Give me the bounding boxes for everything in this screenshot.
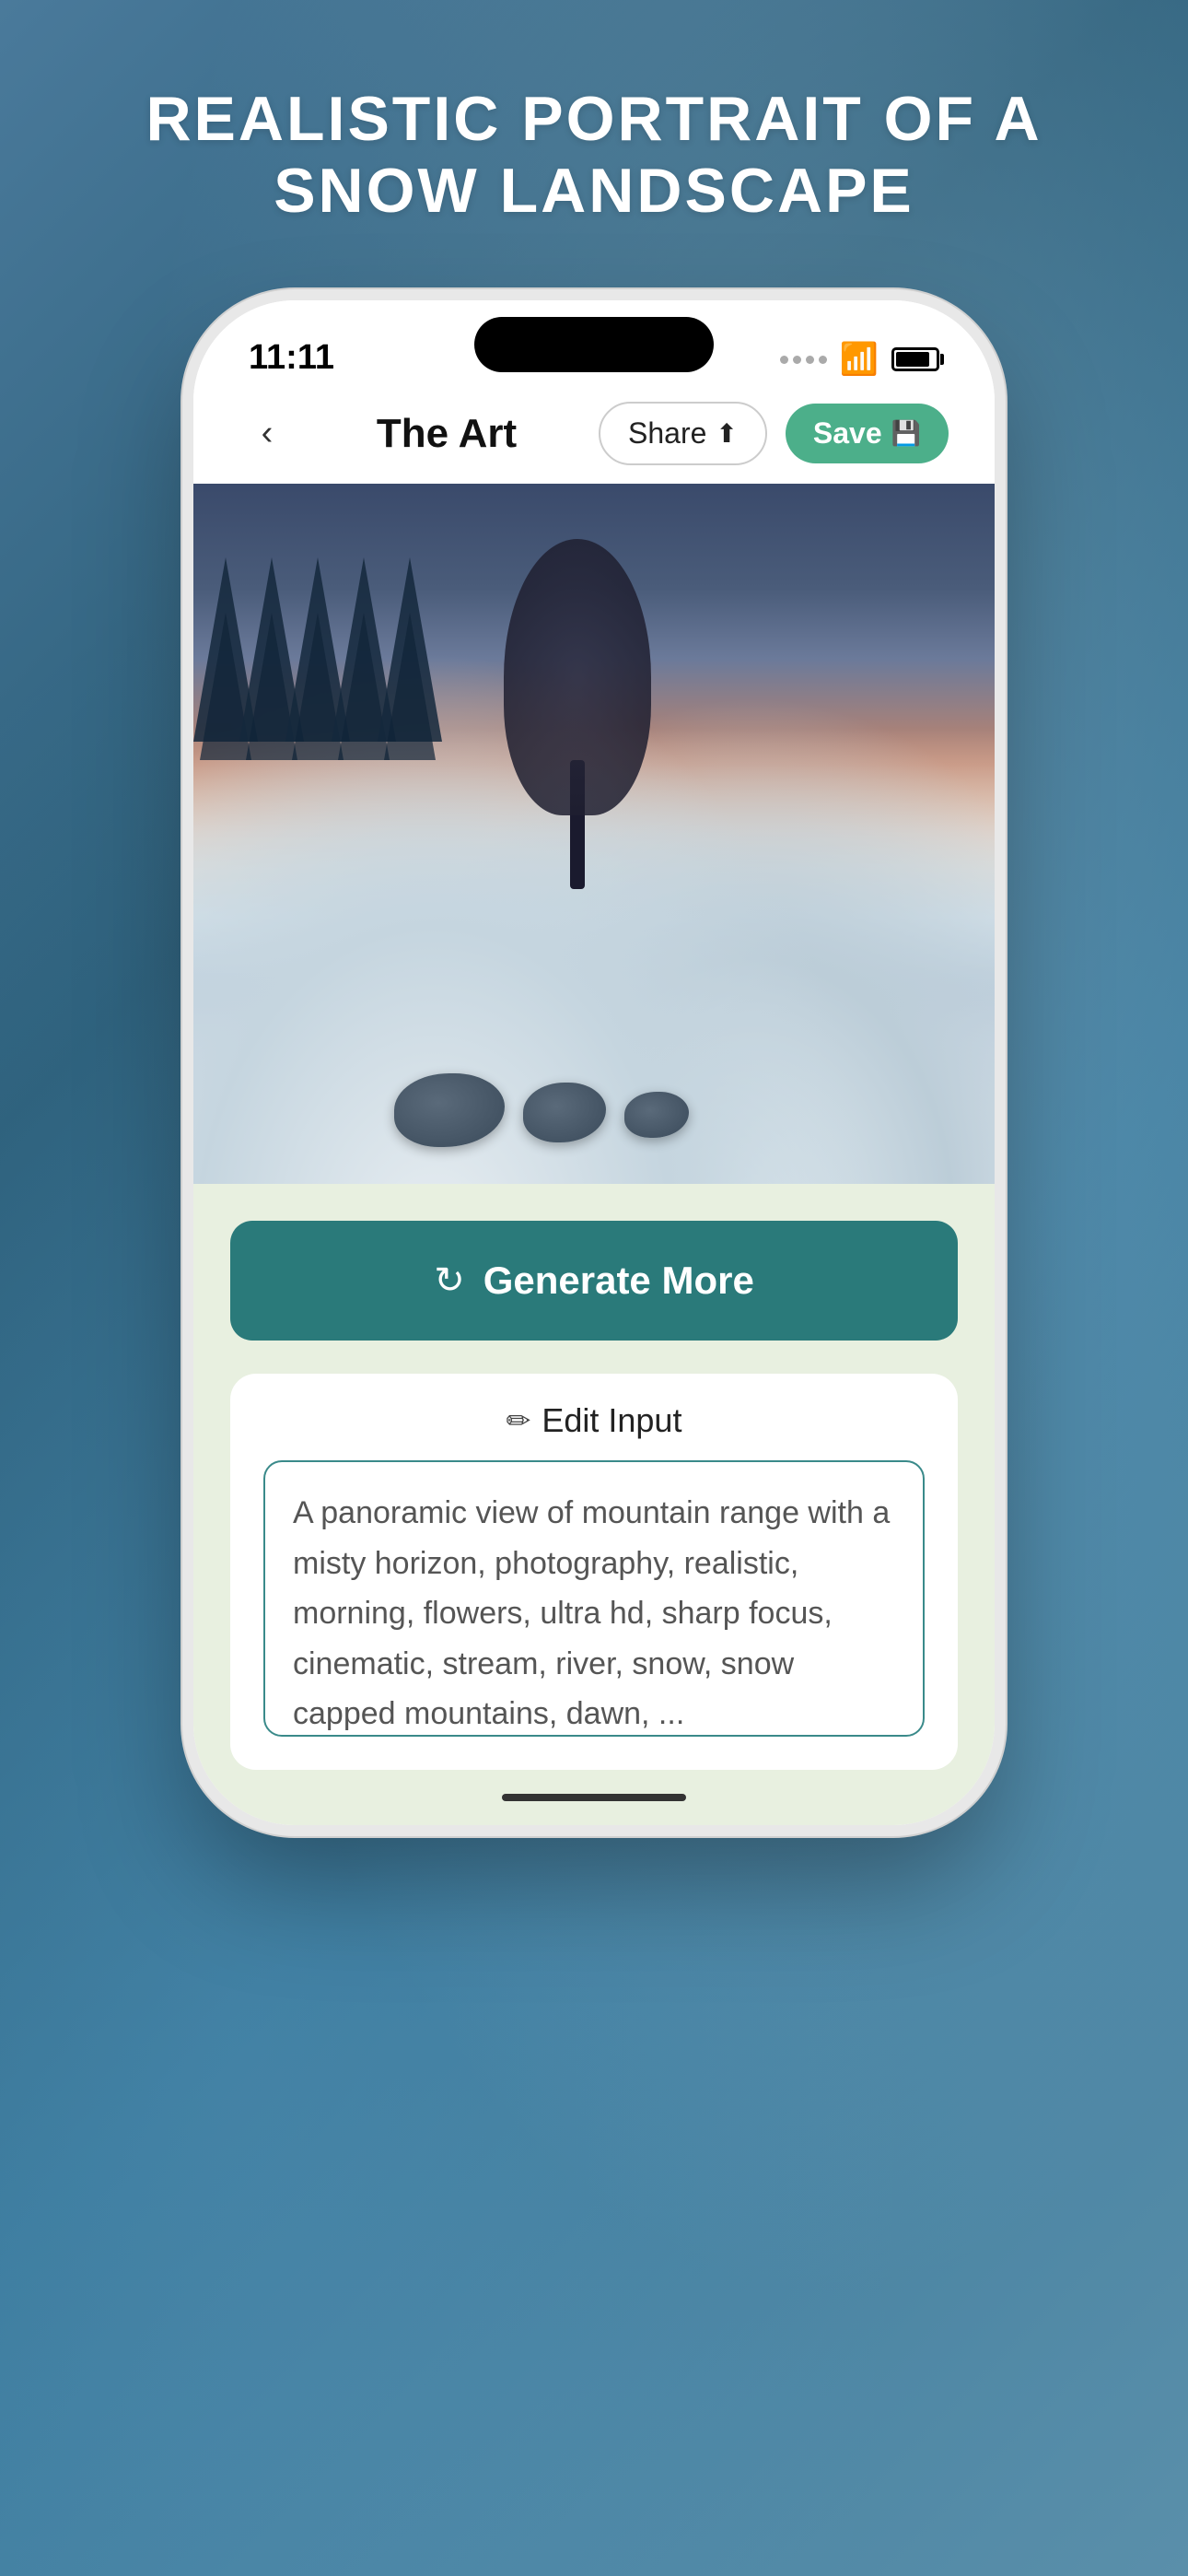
dynamic-island [474, 317, 714, 372]
wifi-icon: 📶 [840, 341, 879, 378]
generate-icon: ↻ [434, 1259, 465, 1302]
nav-bar: ‹ The Art Share ⬆ Save 💾 [193, 392, 995, 484]
back-chevron-icon: ‹ [262, 414, 274, 453]
signal-icon [780, 356, 827, 364]
phone-mockup: 11:11 📶 ‹ The Art Share ⬆ [193, 300, 995, 1825]
phone-frame: 11:11 📶 ‹ The Art Share ⬆ [193, 300, 995, 1825]
status-bar: 11:11 📶 [193, 300, 995, 392]
status-icons: 📶 [780, 341, 939, 378]
nav-title: The Art [377, 411, 517, 457]
share-button[interactable]: Share ⬆ [599, 402, 767, 465]
generated-artwork [193, 484, 995, 1184]
rock-3 [624, 1092, 689, 1138]
edit-input-title: Edit Input [542, 1401, 681, 1440]
battery-icon [891, 347, 939, 371]
rock-2 [523, 1083, 606, 1142]
share-label: Share [628, 416, 706, 451]
page-title: REALISTIC PORTRAIT OF A SNOW LANDSCAPE [0, 83, 1188, 227]
generate-more-button[interactable]: ↻ Generate More [230, 1221, 958, 1341]
home-indicator [193, 1770, 995, 1825]
home-bar [502, 1794, 686, 1801]
pine-trees [193, 557, 424, 742]
edit-input-section: ✏ Edit Input A panoramic view of mountai… [230, 1374, 958, 1770]
prompt-textarea[interactable]: A panoramic view of mountain range with … [263, 1460, 925, 1737]
nav-actions: Share ⬆ Save 💾 [599, 402, 949, 465]
pencil-icon: ✏ [507, 1403, 531, 1438]
edit-header: ✏ Edit Input [263, 1401, 925, 1440]
artwork-image [193, 484, 995, 1184]
rock-1 [394, 1073, 505, 1147]
share-icon: ⬆ [716, 418, 737, 449]
back-button[interactable]: ‹ [239, 406, 295, 462]
snow-rocks [394, 1073, 689, 1147]
save-label: Save [813, 416, 882, 451]
save-icon: 💾 [891, 419, 921, 448]
status-time: 11:11 [249, 338, 334, 378]
generate-label: Generate More [483, 1259, 754, 1303]
main-tree [495, 539, 660, 889]
content-area: ↻ Generate More ✏ Edit Input A panoramic… [193, 1184, 995, 1770]
pine-tree-5 [378, 557, 442, 742]
save-button[interactable]: Save 💾 [786, 404, 949, 463]
